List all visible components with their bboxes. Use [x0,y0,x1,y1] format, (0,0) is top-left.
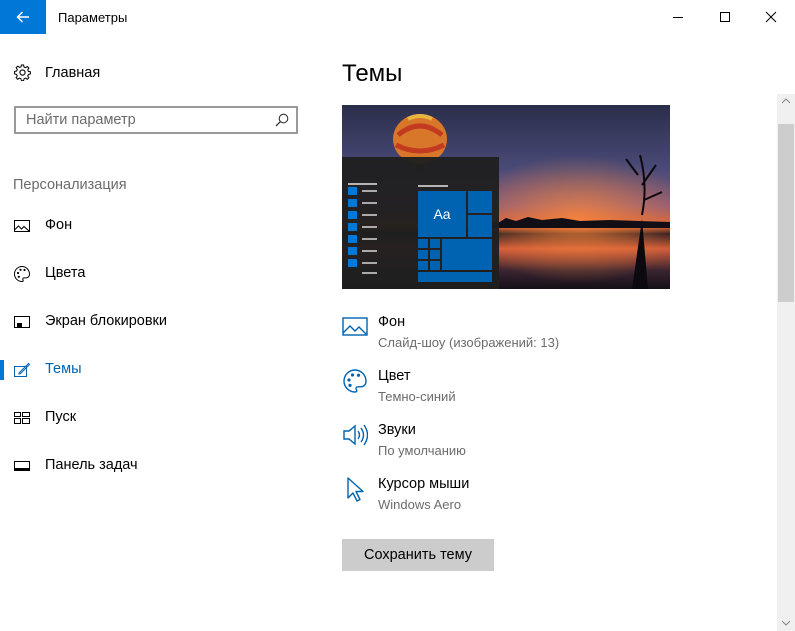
setting-sounds[interactable]: Звуки По умолчанию [342,422,762,468]
section-title: Персонализация [13,177,127,193]
palette-icon [14,265,31,283]
sidebar-item-background[interactable]: Фон [0,206,318,246]
scroll-up-icon[interactable] [782,98,790,104]
picture-icon [342,317,368,336]
page-title: Темы [342,60,403,87]
sidebar-item-label: Цвета [45,265,86,281]
setting-value: Темно-синий [378,389,456,404]
minimize-icon [673,17,683,18]
arrow-left-icon [16,11,29,23]
save-theme-button[interactable]: Сохранить тему [342,539,494,571]
sidebar-item-colors[interactable]: Цвета [0,254,318,294]
sidebar-item-themes[interactable]: Темы [0,350,318,390]
sidebar-item-lock-screen[interactable]: Экран блокировки [0,302,318,342]
taskbar-icon [14,461,30,471]
tile-text: Aa [433,206,450,222]
window-title: Параметры [58,10,128,25]
sidebar-item-label: Экран блокировки [45,313,167,329]
theme-preview[interactable]: Aa [342,105,670,289]
scroll-down-icon[interactable] [782,620,790,626]
scroll-thumb[interactable] [778,124,794,302]
back-button[interactable] [0,0,46,34]
active-indicator [0,360,4,380]
themes-icon [14,362,31,377]
picture-icon [14,220,30,232]
setting-title: Звуки [378,422,416,438]
speaker-icon [343,424,368,446]
setting-mouse-cursor[interactable]: Курсор мыши Windows Aero [342,476,762,522]
sidebar-item-start[interactable]: Пуск [0,398,318,438]
sidebar-item-label: Фон [45,217,73,233]
theme-preview-image: Aa [342,105,670,289]
maximize-icon [720,12,730,22]
lock-screen-icon [14,316,30,328]
start-icon [14,412,30,424]
close-icon [765,11,777,23]
setting-color[interactable]: Цвет Темно-синий [342,368,762,414]
sidebar-item-taskbar[interactable]: Панель задач [0,446,318,486]
sidebar: Главная Персонализация Фон Цвета Экран б… [0,34,318,631]
search-icon[interactable] [274,112,290,128]
search-input[interactable] [26,108,266,132]
palette-icon [343,369,367,393]
maximize-button[interactable] [702,0,748,34]
setting-title: Фон [378,314,406,330]
title-bar: Параметры [0,0,795,34]
home-label: Главная [45,64,101,81]
setting-title: Курсор мыши [378,476,470,492]
scrollbar[interactable] [777,94,795,631]
cursor-icon [347,477,364,502]
gear-icon [14,64,31,81]
sidebar-item-label: Пуск [45,409,77,425]
main-content: Темы Aa Фон Слайд-шоу (изображений: 13) … [318,34,777,631]
minimize-button[interactable] [655,0,701,34]
setting-value: Слайд-шоу (изображений: 13) [378,335,560,350]
home-nav-item[interactable]: Главная [14,64,100,81]
setting-value: Windows Aero [378,497,462,512]
setting-background[interactable]: Фон Слайд-шоу (изображений: 13) [342,314,762,360]
setting-title: Цвет [378,368,411,384]
search-box [14,106,298,134]
sidebar-item-label: Темы [45,361,82,377]
close-button[interactable] [748,0,794,34]
setting-value: По умолчанию [378,443,466,458]
sidebar-item-label: Панель задач [45,457,138,473]
